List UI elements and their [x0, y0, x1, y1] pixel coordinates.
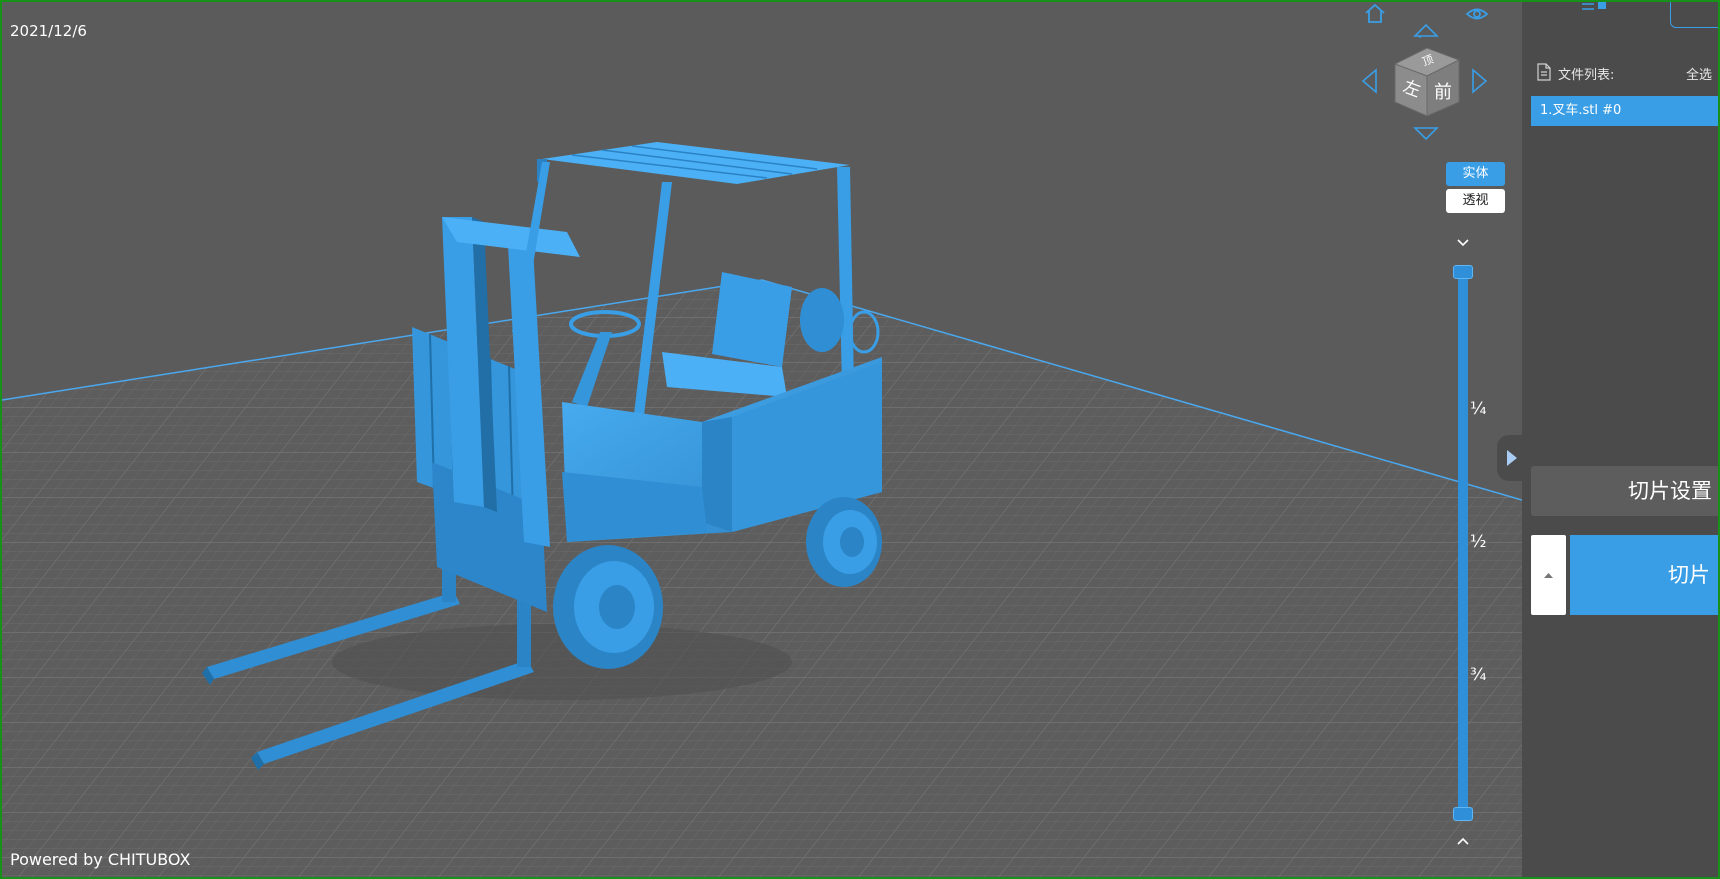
slider-three-quarter-mark: ¾ [1470, 665, 1487, 685]
3d-viewport[interactable]: 2021/12/6 Powered by CHITUBOX 顶 左 前 实体 透… [2, 2, 1522, 877]
home-view-icon[interactable] [1363, 2, 1387, 24]
file-list-label: 文件列表: [1558, 68, 1615, 83]
sidebar-collapse-tab[interactable] [1497, 435, 1522, 481]
layer-slider-bottom-handle[interactable] [1453, 807, 1473, 821]
eye-visibility-icon[interactable] [1465, 6, 1489, 22]
date-label: 2021/12/6 [10, 22, 87, 40]
slider-quarter-mark: ¼ [1470, 399, 1487, 419]
right-sidebar [1522, 2, 1718, 877]
solid-mode-button[interactable]: 实体 [1446, 162, 1505, 186]
file-list-header: 文件列表: 全选 [1534, 62, 1714, 84]
select-all-button[interactable]: 全选 [1686, 64, 1712, 83]
caret-up-icon [1544, 573, 1553, 578]
powered-by-label: Powered by CHITUBOX [10, 850, 191, 869]
scene-canvas[interactable] [2, 2, 1522, 877]
chevron-down-icon[interactable] [1452, 234, 1474, 252]
view-cube-navigator: 顶 左 前 [1357, 2, 1497, 147]
document-icon [1537, 63, 1551, 81]
chevron-up-icon[interactable] [1452, 832, 1474, 850]
menu-icon[interactable] [1580, 2, 1610, 14]
slice-button[interactable]: 切片 [1570, 535, 1718, 615]
top-right-panel-button[interactable] [1670, 2, 1718, 28]
view-cube[interactable]: 顶 左 前 [1391, 46, 1463, 118]
play-right-icon [1507, 450, 1517, 466]
rotate-down-arrow-icon[interactable] [1413, 126, 1439, 142]
app-window: 2021/12/6 Powered by CHITUBOX 顶 左 前 实体 透… [0, 0, 1720, 879]
rotate-up-arrow-icon[interactable] [1413, 22, 1439, 38]
slice-settings-button[interactable]: 切片设置 [1531, 466, 1718, 516]
cube-front-face-label: 前 [1434, 82, 1452, 103]
transparent-mode-button[interactable]: 透视 [1446, 189, 1505, 213]
rotate-right-arrow-icon[interactable] [1471, 68, 1489, 94]
layer-slider-top-handle[interactable] [1453, 265, 1473, 279]
file-list-item[interactable]: 1.叉车.stl #0 [1531, 96, 1718, 126]
slice-options-toggle[interactable] [1531, 535, 1566, 615]
slider-half-mark: ½ [1470, 532, 1487, 552]
layer-slider-track[interactable] [1458, 272, 1468, 816]
rotate-left-arrow-icon[interactable] [1360, 68, 1378, 94]
